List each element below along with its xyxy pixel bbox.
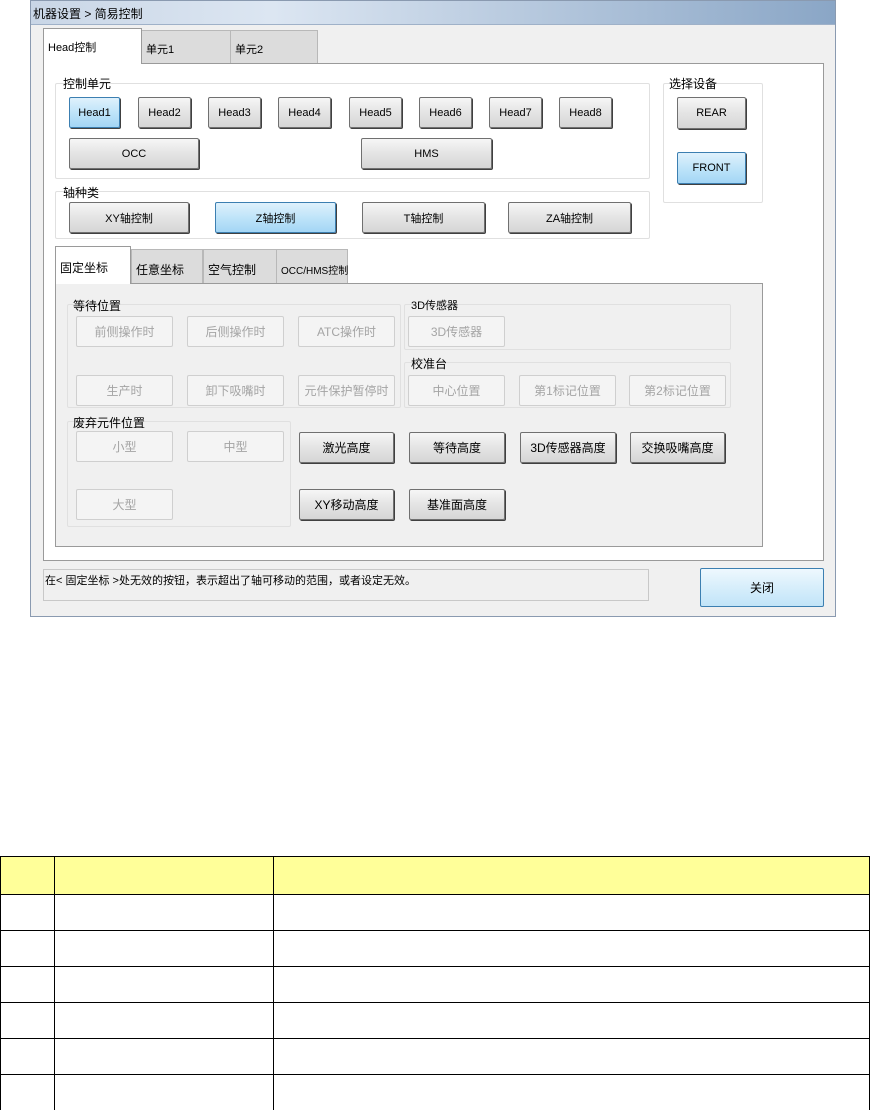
small-button[interactable]: 小型	[76, 431, 173, 462]
t-axis-control-button[interactable]: T轴控制	[362, 202, 485, 233]
atc-operation-button[interactable]: ATC操作时	[298, 316, 395, 347]
component-protection-pause-button[interactable]: 元件保护暂停时	[298, 375, 395, 406]
large-button[interactable]: 大型	[76, 489, 173, 520]
table-cell	[0, 1038, 55, 1075]
tab-unit1[interactable]: 单元1	[141, 30, 231, 64]
wait-height-button[interactable]: 等待高度	[409, 432, 505, 463]
axis-type-label: 轴种类	[63, 186, 100, 200]
table-cell	[53, 930, 274, 967]
tab-unit2[interactable]: 单元2	[230, 30, 318, 64]
sensor3d-label: 3D传感器	[411, 300, 459, 312]
title-bar: 机器设置 > 简易控制	[31, 1, 835, 25]
wait-position-label: 等待位置	[73, 299, 122, 313]
hms-button[interactable]: HMS	[361, 138, 492, 169]
first-mark-position-button[interactable]: 第1标记位置	[519, 375, 616, 406]
rear-button[interactable]: REAR	[677, 97, 746, 129]
table-cell	[0, 1002, 55, 1039]
table-row	[0, 1074, 870, 1110]
tab-head-control[interactable]: Head控制	[43, 28, 142, 64]
tab-arbitrary-coordinates[interactable]: 任意坐标	[131, 249, 203, 284]
table-header-cell	[272, 856, 870, 895]
table-row	[0, 1038, 870, 1075]
laser-height-button[interactable]: 激光高度	[299, 432, 394, 463]
production-button[interactable]: 生产时	[76, 375, 173, 406]
table-cell	[272, 1074, 870, 1110]
table-cell	[272, 966, 870, 1003]
front-button[interactable]: FRONT	[677, 152, 746, 184]
table-cell	[53, 1074, 274, 1110]
close-button[interactable]: 关闭	[700, 568, 824, 607]
front-operation-button[interactable]: 前侧操作时	[76, 316, 173, 347]
sensor3d-height-button[interactable]: 3D传感器高度	[520, 432, 616, 463]
z-axis-control-button[interactable]: Z轴控制	[215, 202, 336, 233]
head2-button[interactable]: Head2	[138, 97, 191, 128]
medium-button[interactable]: 中型	[187, 431, 284, 462]
center-position-button[interactable]: 中心位置	[408, 375, 505, 406]
tab-fixed-coordinates[interactable]: 固定坐标	[55, 246, 131, 284]
table-cell	[272, 930, 870, 967]
remove-nozzle-button[interactable]: 卸下吸嘴时	[187, 375, 284, 406]
table-row	[0, 930, 870, 967]
xy-move-height-button[interactable]: XY移动高度	[299, 489, 394, 520]
head8-button[interactable]: Head8	[559, 97, 612, 128]
table-header-cell	[0, 856, 55, 895]
table-cell	[272, 1002, 870, 1039]
table-cell	[53, 894, 274, 931]
table-row	[0, 966, 870, 1003]
document-table	[0, 856, 870, 1110]
table-cell	[0, 1074, 55, 1110]
table-cell	[0, 966, 55, 1003]
table-cell	[53, 1002, 274, 1039]
second-mark-position-button[interactable]: 第2标记位置	[629, 375, 726, 406]
select-device-label: 选择设备	[669, 77, 718, 91]
table-cell	[0, 894, 55, 931]
window-title: 机器设置 > 简易控制	[33, 7, 143, 21]
head4-button[interactable]: Head4	[278, 97, 331, 128]
table-cell	[0, 930, 55, 967]
reference-plane-height-button[interactable]: 基准面高度	[409, 489, 505, 520]
rear-operation-button[interactable]: 后侧操作时	[187, 316, 284, 347]
head7-button[interactable]: Head7	[489, 97, 542, 128]
table-row	[0, 894, 870, 931]
table-cell	[272, 1038, 870, 1075]
table-header-cell	[53, 856, 274, 895]
discard-position-label: 废弃元件位置	[73, 416, 146, 430]
control-unit-label: 控制单元	[63, 77, 112, 91]
nozzle-exchange-height-button[interactable]: 交换吸嘴高度	[630, 432, 725, 463]
simple-control-window: 机器设置 > 简易控制 Head控制 单元1 单元2 控制单元 Head1 He…	[30, 0, 836, 617]
table-row	[0, 1002, 870, 1039]
tab-occ-hms-control[interactable]: OCC/HMS控制	[276, 249, 348, 284]
head1-button[interactable]: Head1	[69, 97, 120, 128]
za-axis-control-button[interactable]: ZA轴控制	[508, 202, 631, 233]
occ-button[interactable]: OCC	[69, 138, 199, 169]
head5-button[interactable]: Head5	[349, 97, 402, 128]
table-cell	[53, 966, 274, 1003]
status-message: 在< 固定坐标 >处无效的按钮，表示超出了轴可移动的范围，或者设定无效。	[45, 575, 416, 587]
sensor3d-button[interactable]: 3D传感器	[408, 316, 505, 347]
tab-air-control[interactable]: 空气控制	[203, 249, 277, 284]
calibration-table-label: 校准台	[411, 357, 448, 371]
table-cell	[272, 894, 870, 931]
head6-button[interactable]: Head6	[419, 97, 472, 128]
head3-button[interactable]: Head3	[208, 97, 261, 128]
status-message-box: 在< 固定坐标 >处无效的按钮，表示超出了轴可移动的范围，或者设定无效。	[43, 569, 649, 601]
xy-axis-control-button[interactable]: XY轴控制	[69, 202, 189, 233]
table-header-row	[0, 856, 870, 895]
table-cell	[53, 1038, 274, 1075]
